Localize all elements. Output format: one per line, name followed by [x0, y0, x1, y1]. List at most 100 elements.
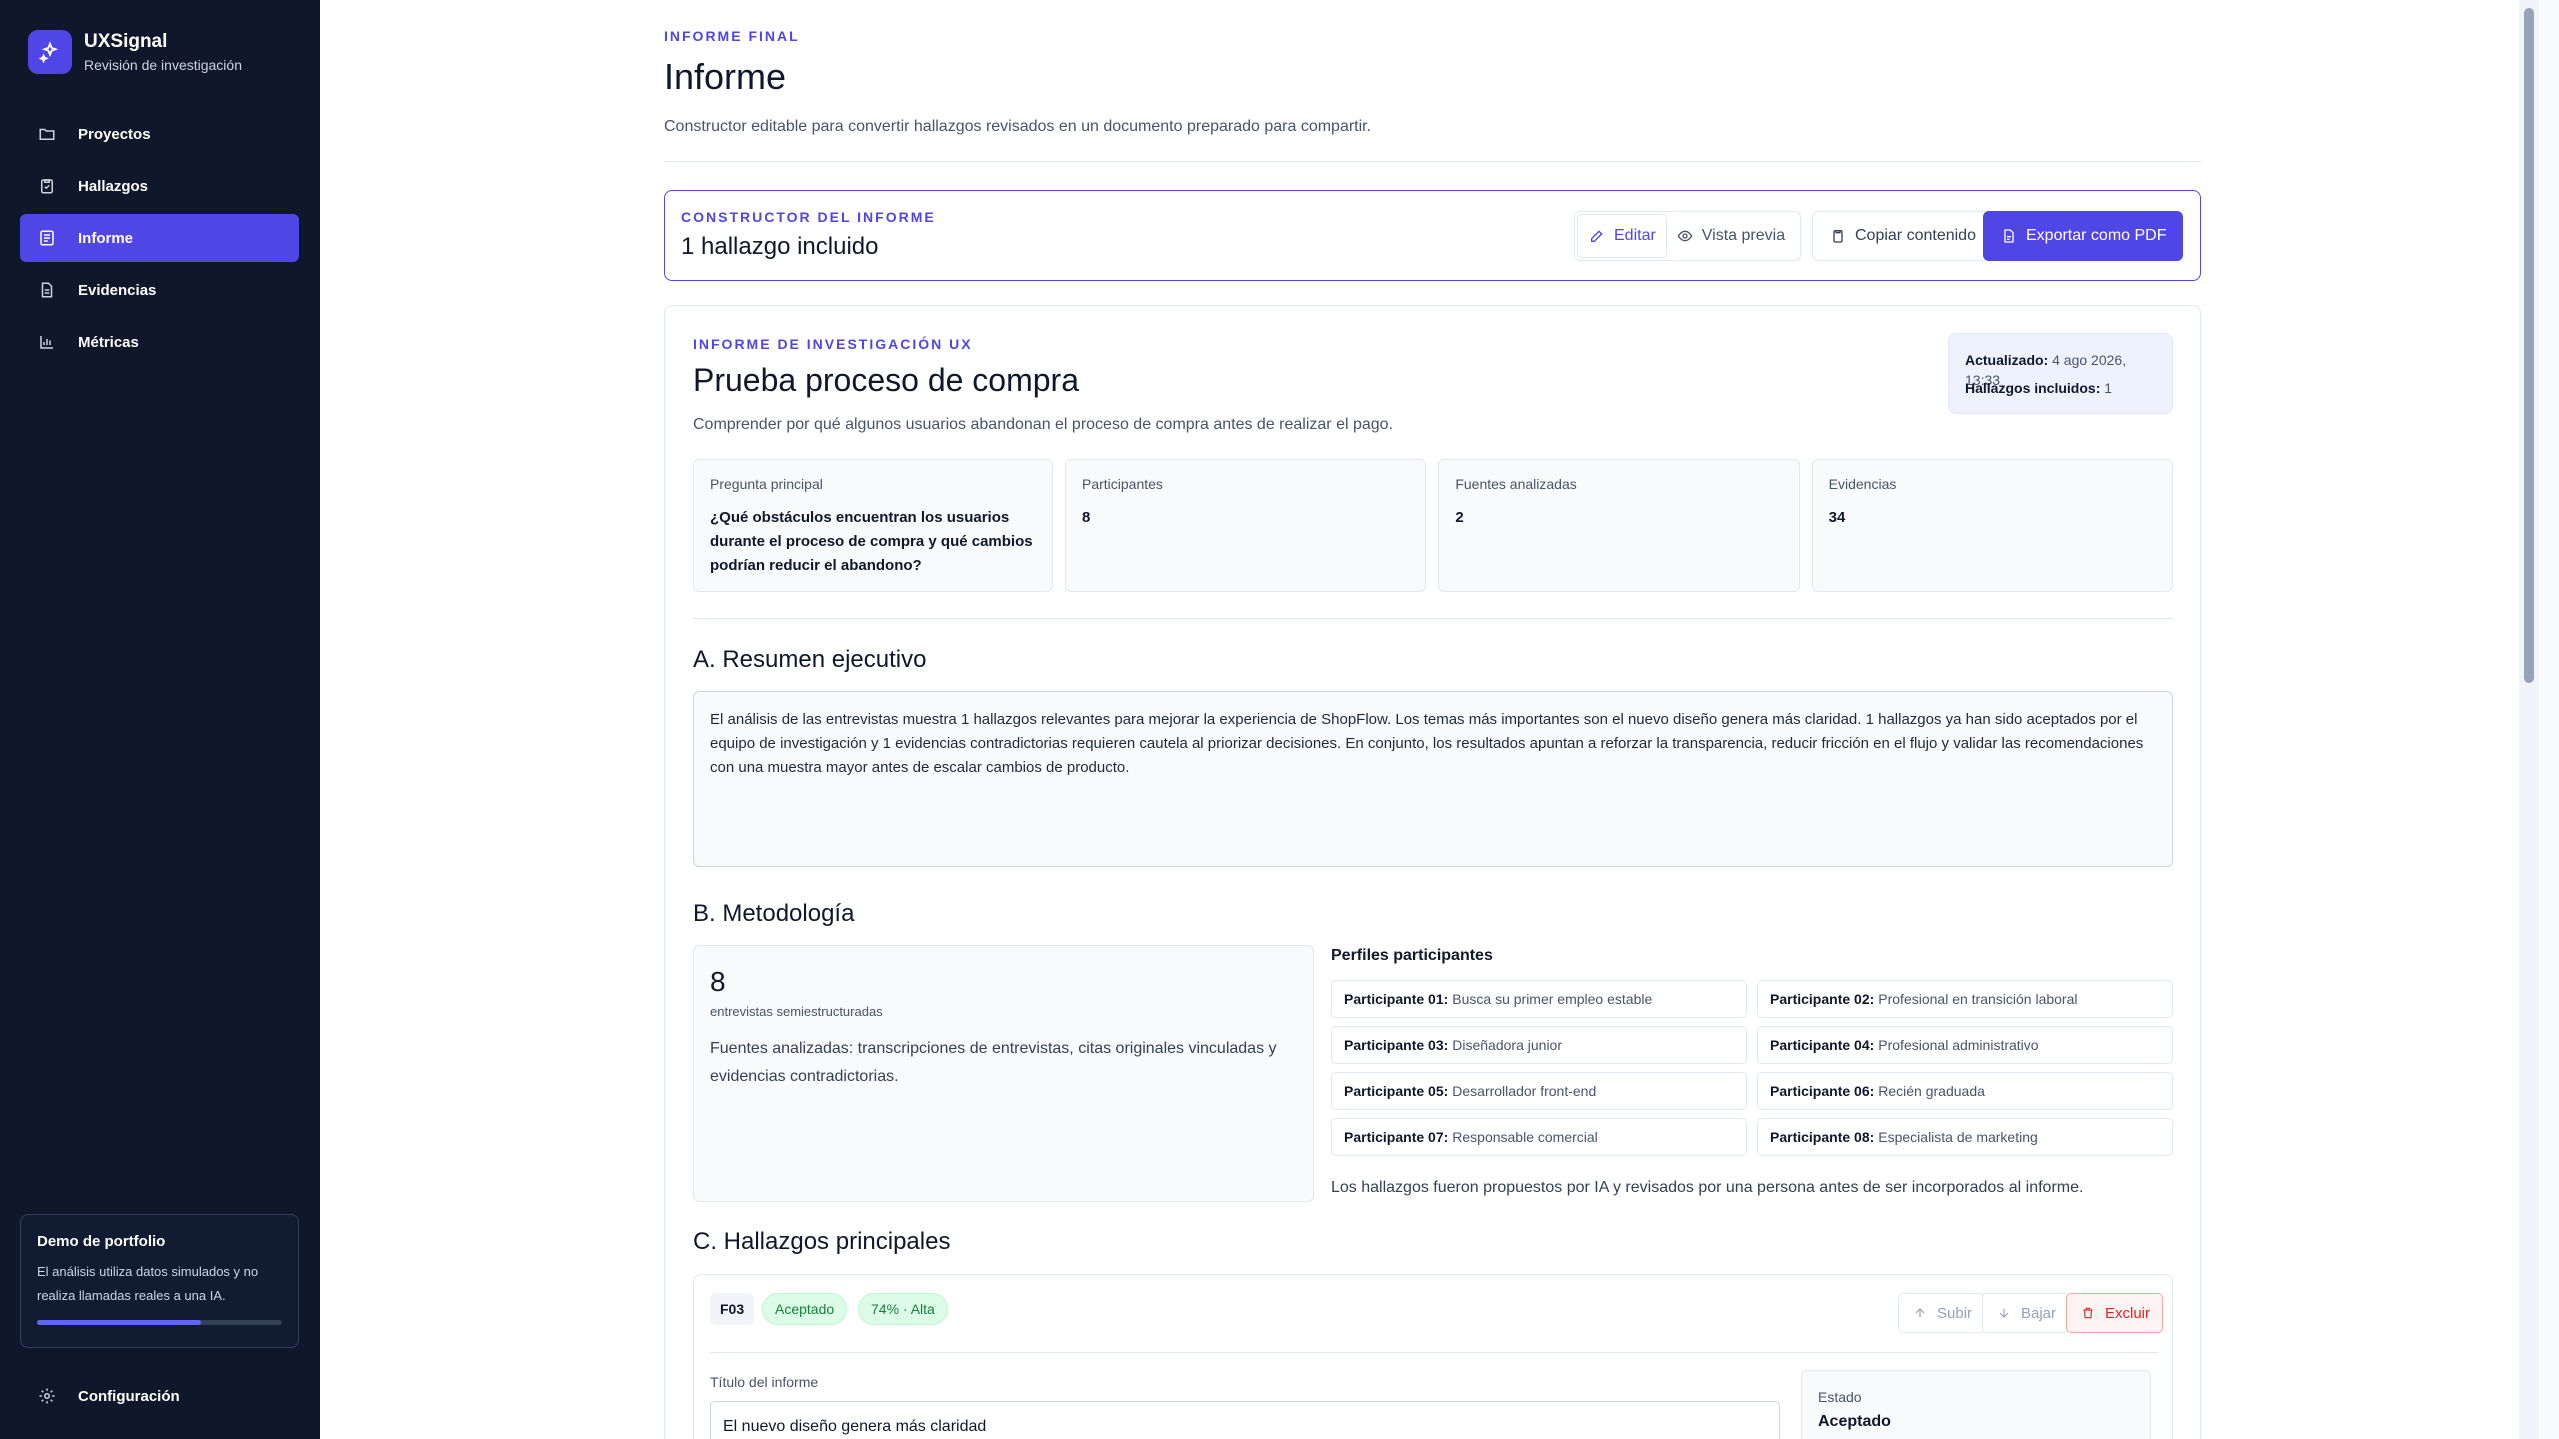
file-export-icon [2000, 227, 2018, 245]
profile-name: Participante 05: [1344, 1083, 1449, 1099]
nav-item-metricas[interactable]: Métricas [20, 318, 299, 366]
finding-title-input[interactable]: El nuevo diseño genera más claridad [710, 1401, 1780, 1439]
profile-item: Participante 06: Recién graduada [1757, 1072, 2173, 1110]
profile-role: Responsable comercial [1452, 1129, 1598, 1145]
methodology-box: 8 entrevistas semiestructuradas Fuentes … [693, 945, 1314, 1202]
summary-heading: A. Resumen ejecutivo [693, 646, 927, 673]
profile-name: Participante 02: [1770, 991, 1875, 1007]
arrow-down-icon [1995, 1304, 2013, 1322]
report-meta: Actualizado: 4 ago 2026, 13:33 Hallazgos… [1948, 333, 2173, 414]
profile-item: Participante 07: Responsable comercial [1331, 1118, 1747, 1156]
demo-progress-fill [37, 1320, 202, 1325]
brand[interactable]: UXSignal Revisión de investigación [28, 30, 242, 74]
finding-id-badge: F03 [710, 1293, 755, 1325]
nav-label: Proyectos [78, 125, 151, 143]
profile-item: Participante 08: Especialista de marketin… [1757, 1118, 2173, 1156]
move-down-button[interactable]: Bajar [1982, 1293, 2070, 1333]
main-content: INFORME FINAL Informe Constructor editab… [320, 0, 2539, 1439]
card-label: Evidencias [1828, 476, 1897, 492]
profile-name: Participante 01: [1344, 991, 1449, 1007]
brand-subtitle: Revisión de investigación [84, 57, 242, 73]
profile-name: Participante 04: [1770, 1037, 1875, 1053]
page-description: Constructor editable para convertir hall… [664, 118, 1372, 135]
nav-item-proyectos[interactable]: Proyectos [20, 110, 299, 158]
pencil-icon [1588, 227, 1606, 245]
nav-item-informe[interactable]: Informe [20, 214, 299, 262]
nav-label: Evidencias [78, 281, 157, 299]
demo-progress-bar [37, 1320, 282, 1325]
sources-card: Fuentes analizadas 2 [1438, 459, 1800, 592]
gear-icon [36, 1385, 58, 1407]
report-document: INFORME DE INVESTIGACIÓN UX Prueba proce… [664, 305, 2201, 1439]
methodology-note: Los hallazgos fueron propuestos por IA y… [1331, 1179, 2084, 1196]
preview-label: Vista previa [1701, 227, 1786, 244]
builder-eyebrow: CONSTRUCTOR DEL INFORME [681, 209, 936, 225]
nav-label: Hallazgos [78, 177, 149, 195]
export-pdf-button[interactable]: Exportar como PDF [1983, 211, 2184, 261]
report-title: Prueba proceso de compra [693, 362, 1079, 398]
section-divider [693, 618, 2173, 619]
report-eyebrow: INFORME DE INVESTIGACIÓN UX [693, 336, 973, 352]
demo-text: El análisis utiliza datos simulados y no… [37, 1264, 259, 1303]
arrow-up-icon [1911, 1304, 1929, 1322]
vertical-scrollbar[interactable] [2519, 0, 2539, 1439]
card-value: ¿Qué obstáculos encuentran los usuarios … [710, 509, 1033, 574]
nav-label: Informe [78, 229, 134, 247]
finding-title-label: Título del informe [710, 1374, 819, 1390]
demo-title: Demo de portfolio [37, 1233, 166, 1250]
interview-type: entrevistas semiestructuradas [710, 1004, 883, 1019]
profile-name: Participante 03: [1344, 1037, 1449, 1053]
evidence-card: Evidencias 34 [1811, 459, 2173, 592]
page-title: Informe [664, 56, 787, 97]
profile-name: Participante 07: [1344, 1129, 1449, 1145]
finding-divider [710, 1352, 2158, 1353]
edit-label: Editar [1614, 227, 1656, 244]
scrollbar-thumb[interactable] [2524, 8, 2534, 683]
updated-label: Actualizado: [1965, 352, 2049, 368]
page-header: INFORME FINAL Informe Constructor editab… [664, 28, 2201, 136]
card-label: Fuentes analizadas [1455, 476, 1577, 492]
card-value: 34 [1828, 509, 1846, 526]
methodology-description: Fuentes analizadas: transcripciones de e… [710, 1040, 1277, 1085]
profile-item: Participante 03: Diseñadora junior [1331, 1026, 1747, 1064]
nav-item-configuracion[interactable]: Configuración [20, 1372, 299, 1420]
exclude-button[interactable]: Excluir [2066, 1293, 2164, 1333]
bar-chart-icon [36, 331, 58, 353]
eye-icon [1676, 227, 1694, 245]
profile-item: Participante 01: Busca su primer empleo e… [1331, 980, 1747, 1018]
profile-role: Recién graduada [1878, 1083, 1985, 1099]
nav-item-hallazgos[interactable]: Hallazgos [20, 162, 299, 210]
settings-label: Configuración [78, 1387, 180, 1405]
copy-content-button[interactable]: Copiar contenido [1812, 211, 1993, 261]
move-up-button[interactable]: Subir [1898, 1293, 1986, 1333]
included-value: 1 [2104, 380, 2113, 396]
state-value: Aceptado [1818, 1413, 1891, 1430]
methodology-heading: B. Metodología [693, 900, 855, 927]
brand-name: UXSignal [84, 31, 168, 52]
nav-item-evidencias[interactable]: Evidencias [20, 266, 299, 314]
profiles-heading: Perfiles participantes [1331, 947, 1493, 964]
edit-mode-button[interactable]: Editar [1578, 215, 1666, 257]
nav-label: Métricas [78, 333, 139, 351]
demo-notice: Demo de portfolio El análisis utiliza da… [20, 1214, 299, 1348]
confidence-badge: 74% · Alta [858, 1293, 948, 1325]
clipboard-icon [36, 175, 58, 197]
profile-role: Especialista de marketing [1878, 1129, 2038, 1145]
executive-summary-textarea[interactable]: El análisis de las entrevistas muestra 1… [693, 691, 2173, 867]
document-icon [36, 279, 58, 301]
sidebar: UXSignal Revisión de investigación Proye… [0, 0, 320, 1439]
up-label: Subir [1937, 1304, 1973, 1322]
exclude-label: Excluir [2105, 1304, 2151, 1322]
card-value: 8 [1082, 509, 1091, 526]
participant-profiles: Participante 01: Busca su primer empleo e… [1331, 980, 2173, 1156]
report-builder: CONSTRUCTOR DEL INFORME 1 hallazgo inclu… [664, 190, 2201, 281]
trash-icon [2079, 1304, 2097, 1322]
export-label: Exportar como PDF [2026, 227, 2167, 244]
copy-label: Copiar contenido [1855, 227, 1976, 244]
preview-mode-button[interactable]: Vista previa [1666, 215, 1795, 257]
profile-item: Participante 04: Profesional administrati… [1757, 1026, 2173, 1064]
main-nav: Proyectos Hallazgos Informe Evidencias M… [20, 110, 299, 370]
folder-icon [36, 123, 58, 145]
page-eyebrow: INFORME FINAL [664, 28, 800, 44]
included-label: Hallazgos incluidos: [1965, 380, 2101, 396]
